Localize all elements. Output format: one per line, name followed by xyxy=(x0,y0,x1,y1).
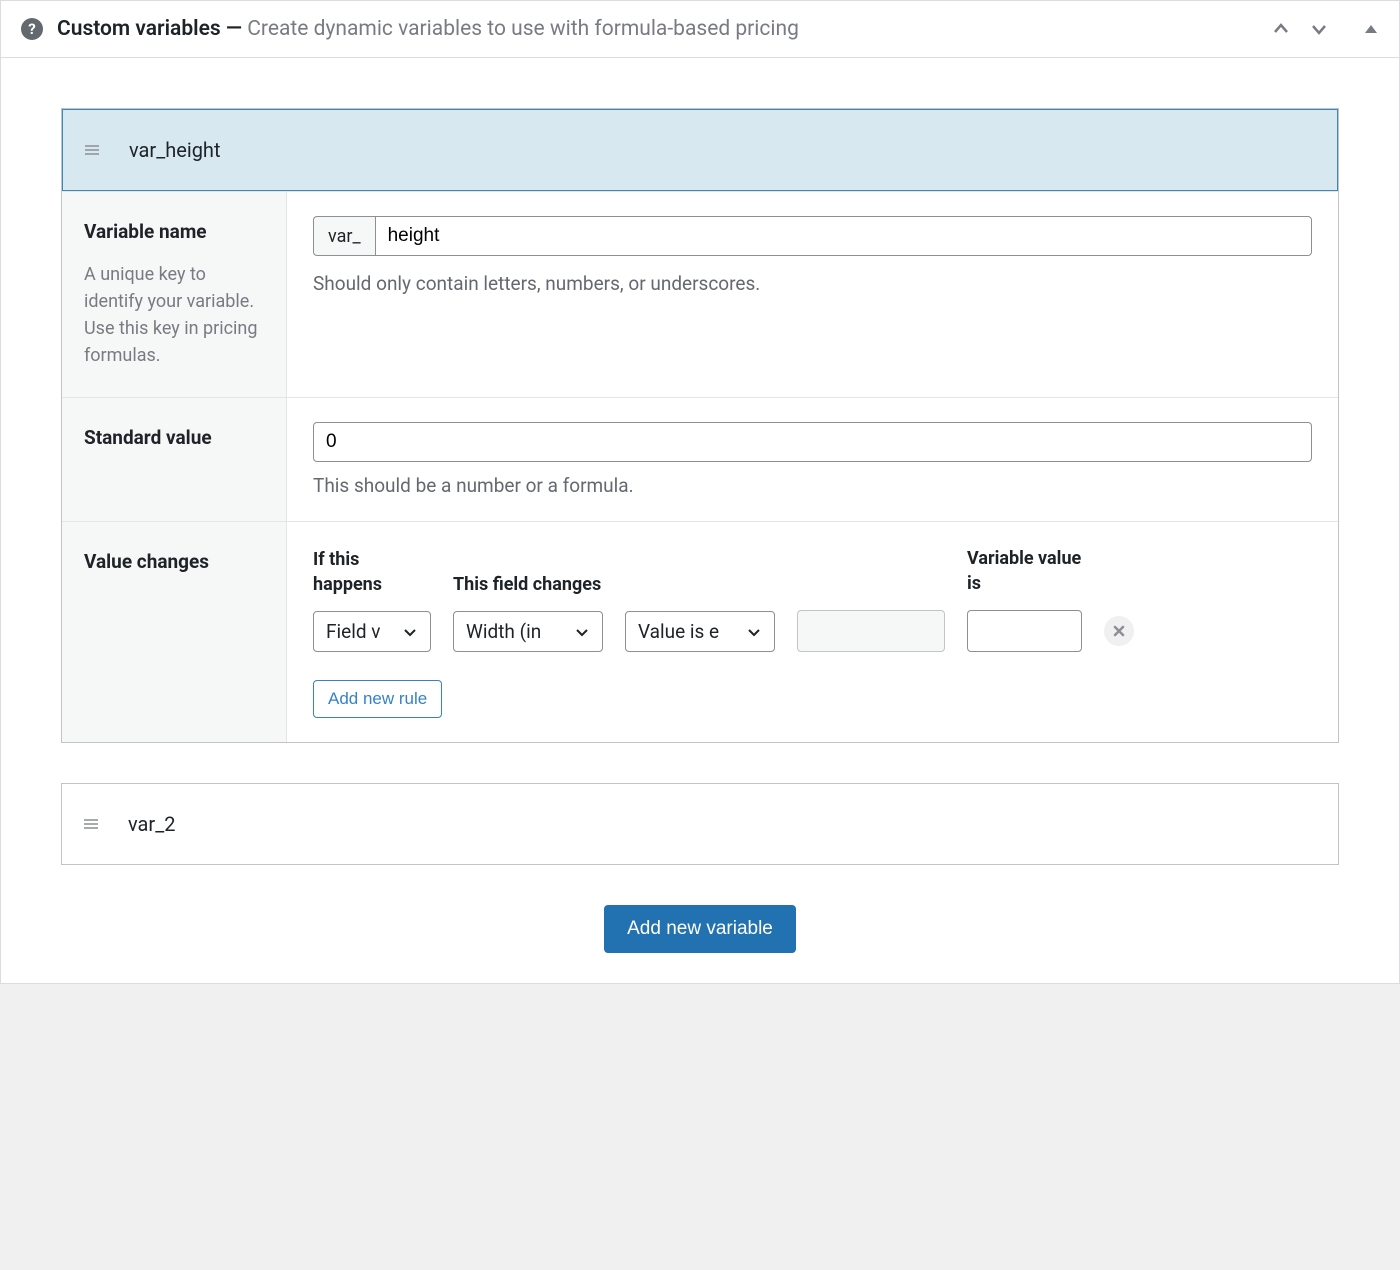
setting-row-standard-value: Standard value This should be a number o… xyxy=(62,397,1338,521)
subtitle-text: Create dynamic variables to use with for… xyxy=(247,17,799,41)
title-sep: — xyxy=(221,17,248,41)
stdval-label: Standard value xyxy=(84,426,264,449)
add-rule-button[interactable]: Add new rule xyxy=(313,680,442,718)
rule-col-operator: Value is e xyxy=(625,547,775,652)
name-help: Should only contain letters, numbers, or… xyxy=(313,272,1312,295)
panel-body: var_height Variable name A unique key to… xyxy=(1,58,1399,983)
rule-col-condition: If this happens Field v xyxy=(313,547,431,652)
operator-value: Value is e xyxy=(638,620,719,643)
rule-col-result: Variable value is xyxy=(967,546,1082,652)
setting-row-value-changes: Value changes If this happens Field v xyxy=(62,521,1338,742)
valchg-label: Value changes xyxy=(84,550,264,573)
add-variable-button[interactable]: Add new variable xyxy=(604,905,796,953)
name-label-cell: Variable name A unique key to identify y… xyxy=(62,192,287,397)
variable-name-input[interactable] xyxy=(375,216,1312,256)
variable-block: var_2 xyxy=(61,783,1339,865)
comparison-input[interactable] xyxy=(797,610,945,652)
drag-handle-icon[interactable] xyxy=(85,143,99,157)
name-input-group: var_ xyxy=(313,216,1312,256)
remove-rule-button[interactable] xyxy=(1104,616,1134,646)
setting-row-name: Variable name A unique key to identify y… xyxy=(62,191,1338,397)
name-control: var_ Should only contain letters, number… xyxy=(287,192,1338,397)
rule-col-comparison: xx xyxy=(797,546,945,652)
condition-value: Field v xyxy=(326,620,380,643)
variable-display-name: var_height xyxy=(129,138,221,162)
standard-value-input[interactable] xyxy=(313,422,1312,462)
var-prefix: var_ xyxy=(313,216,375,256)
stdval-control: This should be a number or a formula. xyxy=(287,398,1338,521)
drag-handle-icon[interactable] xyxy=(84,817,98,831)
panel-controls xyxy=(1267,15,1379,43)
condition-select[interactable]: Field v xyxy=(313,611,431,652)
variable-display-name: var_2 xyxy=(128,812,175,836)
variable-block: var_height Variable name A unique key to… xyxy=(61,108,1339,743)
name-label: Variable name xyxy=(84,220,264,243)
stdval-help: This should be a number or a formula. xyxy=(313,474,1312,497)
title-text: Custom variables xyxy=(57,17,221,41)
move-up-icon[interactable] xyxy=(1267,15,1295,43)
col-title-field: This field changes xyxy=(453,572,603,597)
custom-variables-panel: ? Custom variables — Create dynamic vari… xyxy=(0,0,1400,984)
col-title-result: Variable value is xyxy=(967,546,1082,596)
result-input[interactable] xyxy=(967,610,1082,652)
rule-row: If this happens Field v This field chang… xyxy=(313,546,1312,652)
help-icon[interactable]: ? xyxy=(21,18,43,40)
panel-title: Custom variables — Create dynamic variab… xyxy=(57,17,1267,41)
field-select[interactable]: Width (in xyxy=(453,611,603,652)
panel-header: ? Custom variables — Create dynamic vari… xyxy=(1,1,1399,58)
variable-settings: Variable name A unique key to identify y… xyxy=(62,191,1338,742)
chevron-down-icon xyxy=(746,624,762,640)
chevron-down-icon xyxy=(402,624,418,640)
col-title-blank xyxy=(625,547,775,597)
name-desc: A unique key to identify your variable. … xyxy=(84,261,264,369)
valchg-label-cell: Value changes xyxy=(62,522,287,742)
col-title-condition: If this happens xyxy=(313,547,431,597)
variable-header[interactable]: var_height xyxy=(62,109,1338,191)
stdval-label-cell: Standard value xyxy=(62,398,287,521)
variable-header[interactable]: var_2 xyxy=(62,784,1338,864)
valchg-control: If this happens Field v This field chang… xyxy=(287,522,1338,742)
collapse-icon[interactable] xyxy=(1363,21,1379,37)
rule-col-field: This field changes Width (in xyxy=(453,572,603,652)
field-value: Width (in xyxy=(466,620,541,643)
close-icon xyxy=(1112,624,1126,638)
operator-select[interactable]: Value is e xyxy=(625,611,775,652)
chevron-down-icon xyxy=(574,624,590,640)
move-down-icon[interactable] xyxy=(1305,15,1333,43)
